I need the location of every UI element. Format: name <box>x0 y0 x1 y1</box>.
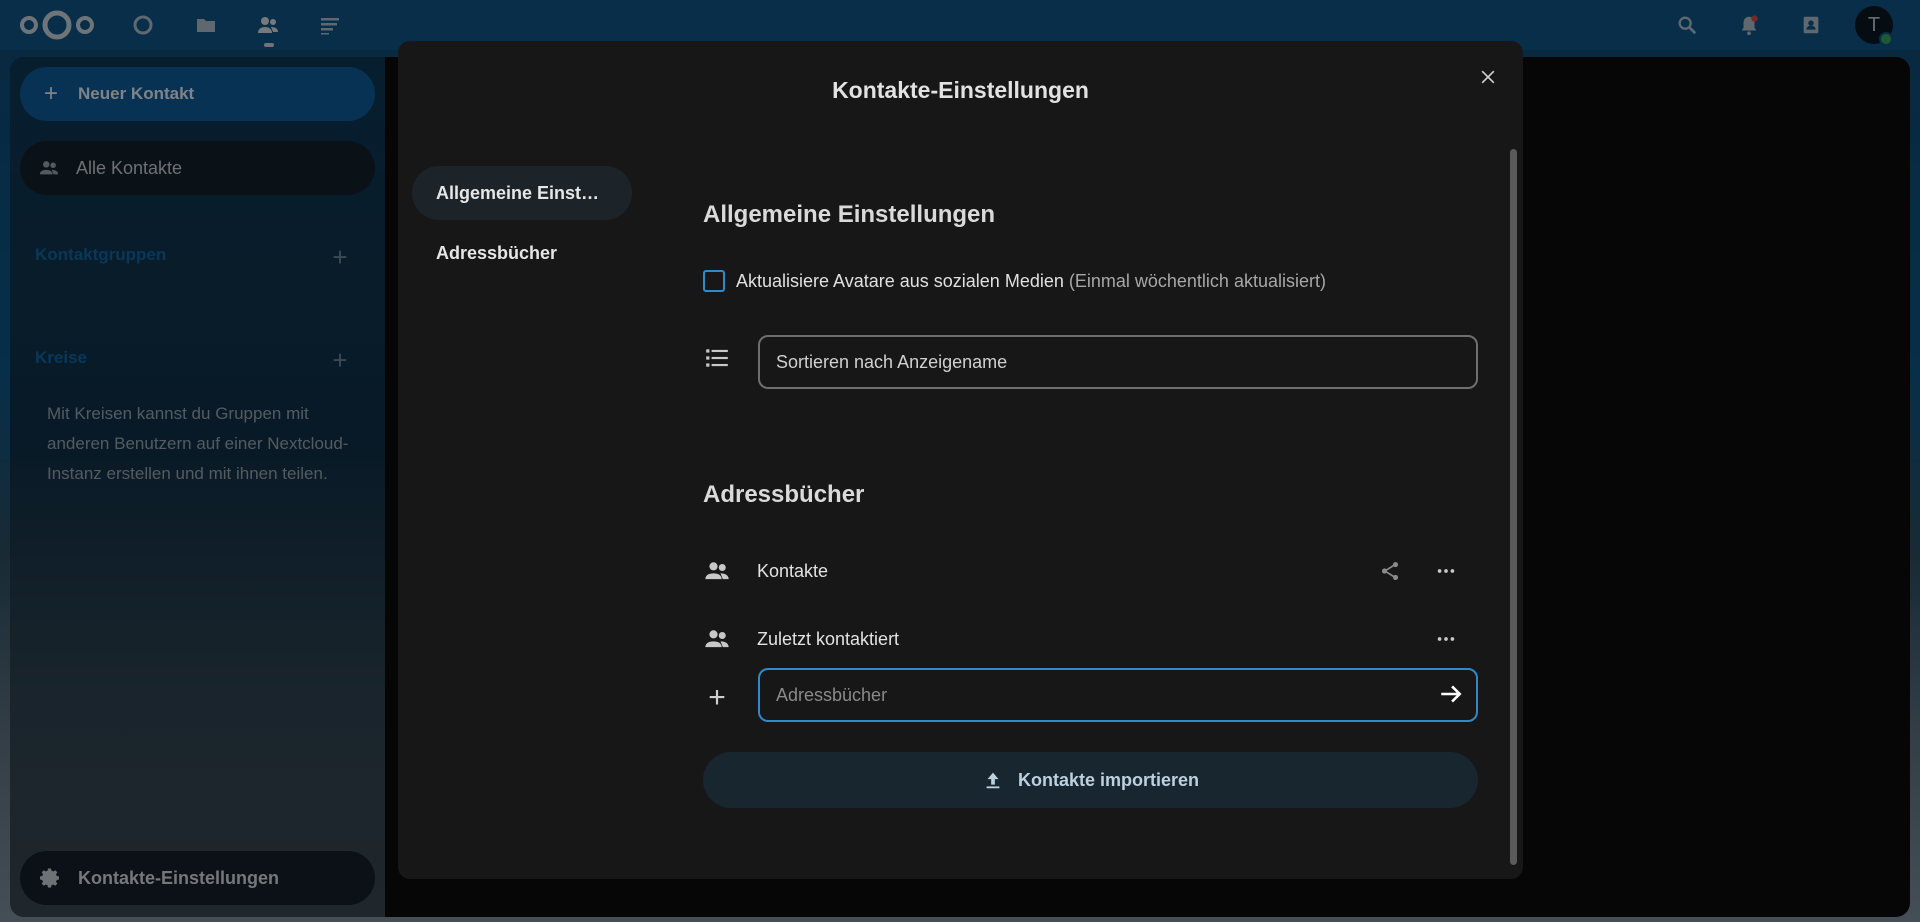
plus-icon: + <box>708 681 726 714</box>
sort-order-select[interactable]: Sortieren nach Anzeigename <box>758 335 1478 389</box>
modal-title: Kontakte-Einstellungen <box>832 77 1089 103</box>
update-avatars-label[interactable]: Aktualisiere Avatare aus sozialen Medien… <box>736 271 1326 292</box>
addressbook-name: Zuletzt kontaktiert <box>757 628 900 649</box>
general-settings-heading: Allgemeine Einstellungen <box>703 201 996 228</box>
more-options-icon[interactable] <box>1431 556 1461 586</box>
sort-order-value: Sortieren nach Anzeigename <box>776 351 1008 372</box>
nav-addressbooks-label: Adressbücher <box>436 242 558 263</box>
people-icon <box>705 630 729 648</box>
checkbox-label-text: Aktualisiere Avatare aus sozialen Medien <box>736 271 1064 291</box>
modal-scrollbar[interactable] <box>1510 149 1517 865</box>
addressbook-row: Zuletzt kontaktiert <box>703 619 1483 659</box>
addressbook-row: Kontakte <box>703 551 1483 591</box>
import-contacts-button[interactable]: Kontakte importieren <box>703 752 1478 808</box>
close-icon[interactable] <box>1472 61 1504 93</box>
more-options-icon[interactable] <box>1431 624 1461 654</box>
new-addressbook-input[interactable]: Adressbücher <box>758 668 1478 722</box>
upload-icon <box>986 772 1000 789</box>
nav-general-label: Allgemeine Einst… <box>436 182 600 203</box>
nav-addressbooks[interactable]: Adressbücher <box>412 226 632 280</box>
settings-modal: Kontakte-Einstellungen Allgemeine Einst…… <box>398 41 1523 879</box>
list-icon <box>706 349 728 367</box>
nav-general-settings[interactable]: Allgemeine Einst… <box>412 166 632 220</box>
update-avatars-checkbox[interactable] <box>703 270 725 292</box>
checkbox-hint-text: (Einmal wöchentlich aktualisiert) <box>1068 271 1326 291</box>
new-addressbook-placeholder: Adressbücher <box>776 684 888 705</box>
people-icon <box>705 562 729 580</box>
addressbooks-heading: Adressbücher <box>703 481 865 508</box>
share-icon[interactable] <box>1375 556 1405 586</box>
arrow-right-icon[interactable] <box>1438 681 1464 707</box>
import-contacts-label: Kontakte importieren <box>1017 769 1200 790</box>
